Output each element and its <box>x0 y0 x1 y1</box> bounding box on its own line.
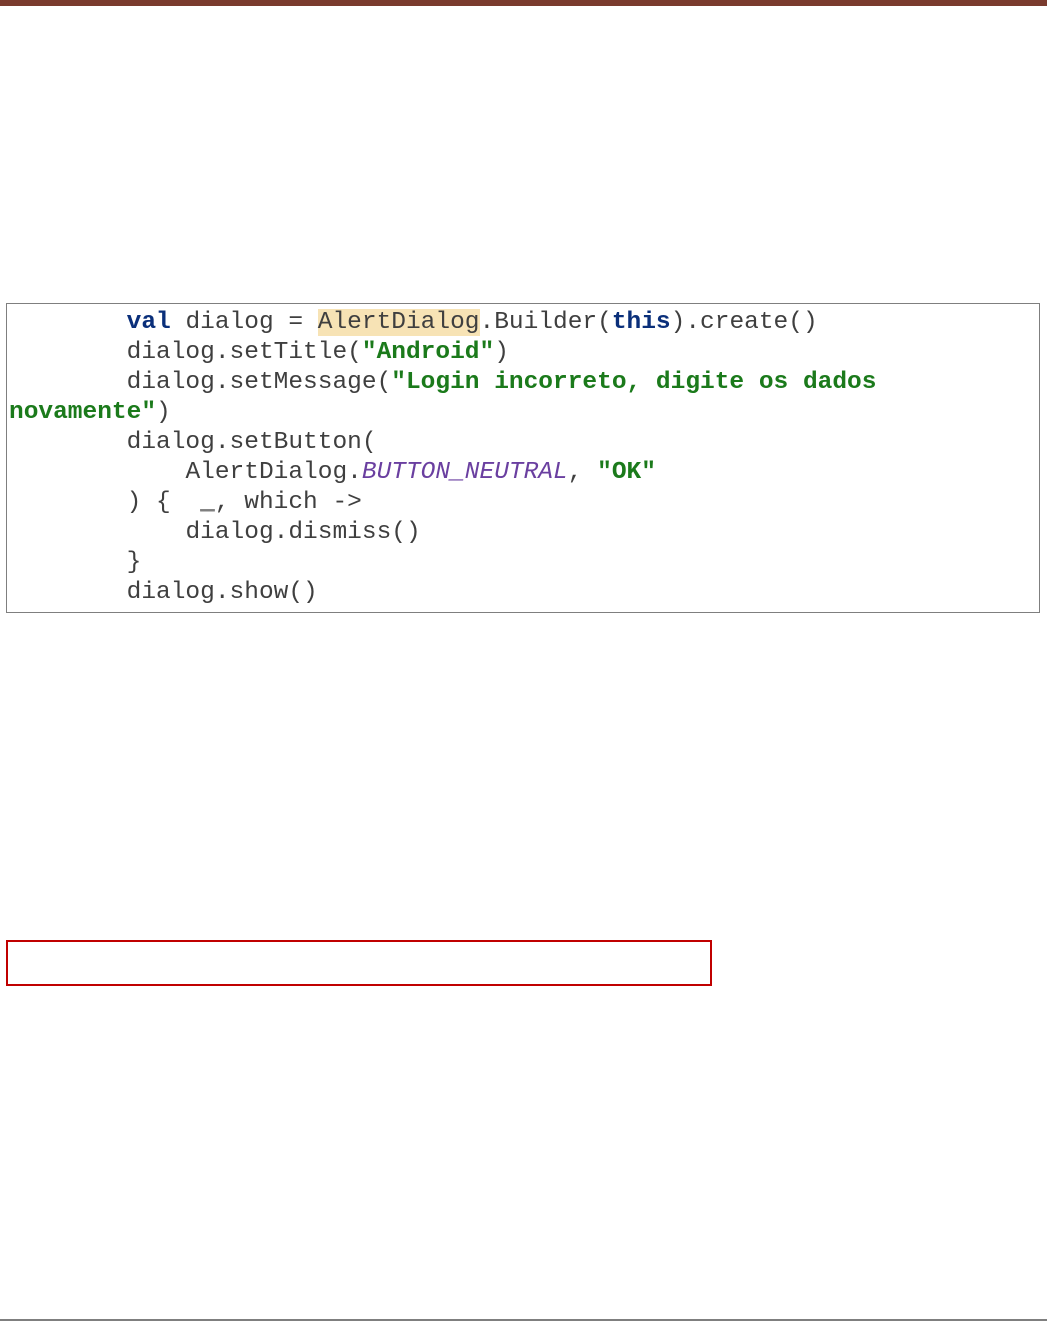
highlighted-class-name: AlertDialog <box>318 309 480 336</box>
code-indent <box>9 309 127 336</box>
code-text: .Builder( <box>480 309 612 336</box>
string-literal: "Android" <box>362 339 494 366</box>
code-indent <box>9 579 127 606</box>
code-text: dialog.setTitle( <box>127 339 362 366</box>
code-text: , which -> <box>215 489 362 516</box>
code-text <box>171 309 186 336</box>
code-text: dialog.setButton( <box>127 429 377 456</box>
code-indent <box>9 549 127 576</box>
code-indent <box>9 459 185 486</box>
string-literal: novamente" <box>9 399 156 426</box>
constant-name: BUTTON_NEUTRAL <box>362 459 568 486</box>
keyword-this: this <box>612 309 671 336</box>
code-text: ) <box>494 339 509 366</box>
code-indent <box>9 519 185 546</box>
top-border-rule <box>0 0 1047 6</box>
keyword-val: val <box>127 309 171 336</box>
code-indent <box>9 369 127 396</box>
code-text: dialog.show() <box>127 579 318 606</box>
code-text: AlertDialog. <box>185 459 361 486</box>
code-text: , <box>568 459 597 486</box>
code-indent <box>9 429 127 456</box>
code-indent <box>9 339 127 366</box>
code-text: ) <box>156 399 171 426</box>
code-snippet-box: val dialog = AlertDialog.Builder(this).c… <box>6 303 1040 613</box>
string-literal: "Login incorreto, digite os dados <box>391 369 891 396</box>
empty-highlight-box <box>6 940 712 986</box>
code-text: ) { <box>127 489 201 516</box>
code-indent <box>9 489 127 516</box>
code-text: } <box>127 549 142 576</box>
document-page: val dialog = AlertDialog.Builder(this).c… <box>0 0 1047 1321</box>
code-text: dialog = <box>185 309 317 336</box>
code-text: ).create() <box>671 309 818 336</box>
string-literal: "OK" <box>597 459 656 486</box>
code-text: dialog.dismiss() <box>185 519 420 546</box>
code-text: dialog.setMessage( <box>127 369 392 396</box>
lambda-unused-param: _ <box>200 489 215 516</box>
